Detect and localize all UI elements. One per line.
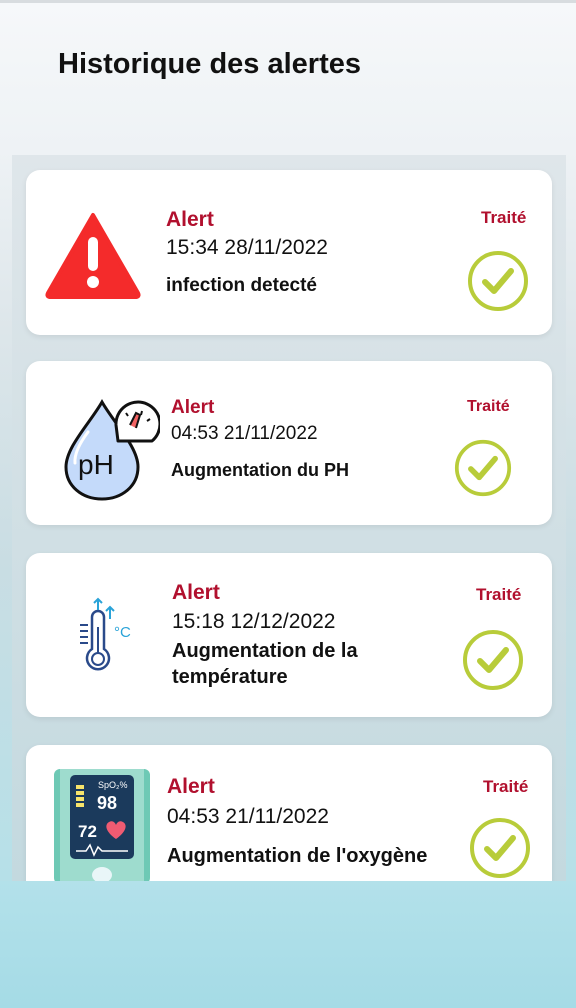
alert-time: 04:53 21/11/2022 <box>171 423 318 444</box>
alert-message: infection detecté <box>166 275 317 296</box>
status-label: Traité <box>483 777 529 796</box>
alert-card[interactable]: °C Alert 15:18 12/12/2022 Augmentation d… <box>26 553 552 717</box>
alert-list[interactable]: Alert 15:34 28/11/2022 infection detecté… <box>12 155 566 881</box>
ph-drop-gauge-icon: pH <box>64 398 160 501</box>
status-label: Traité <box>476 585 522 604</box>
celsius-text: °C <box>114 624 131 641</box>
alert-card[interactable]: Alert 15:34 28/11/2022 infection detecté… <box>26 170 552 335</box>
bottom-background <box>0 881 576 1008</box>
spo2-value: 98 <box>97 793 117 813</box>
alert-label: Alert <box>172 581 220 604</box>
check-circle-icon[interactable] <box>454 439 512 497</box>
alert-message: Augmentation de la température <box>172 640 358 688</box>
spo2-label: SpO₂% <box>98 780 128 790</box>
alert-label: Alert <box>166 208 214 231</box>
alert-time: 15:18 12/12/2022 <box>172 610 336 633</box>
warning-triangle-icon <box>45 213 141 299</box>
check-circle-icon[interactable] <box>467 250 529 312</box>
alert-card[interactable]: SpO₂% 98 72 Alert 04:53 21/11/2022 Augme… <box>26 745 552 881</box>
thermometer-icon: °C <box>80 597 131 671</box>
top-border <box>0 0 576 3</box>
check-circle-icon[interactable] <box>469 817 531 879</box>
pulse-oximeter-icon: SpO₂% 98 72 <box>54 769 150 881</box>
alert-label: Alert <box>167 775 215 798</box>
alert-message: Augmentation du PH <box>171 460 349 480</box>
status-label: Traité <box>481 208 527 227</box>
pulse-value: 72 <box>78 822 97 841</box>
page-title: Historique des alertes <box>58 48 361 80</box>
alert-time: 15:34 28/11/2022 <box>166 236 328 259</box>
check-circle-icon[interactable] <box>462 629 524 691</box>
alert-card[interactable]: pH Alert 04:53 21/11/2022 Augmentation d… <box>26 361 552 525</box>
alert-message: Augmentation de l'oxygène <box>167 845 428 867</box>
ph-text: pH <box>78 449 114 480</box>
alert-label: Alert <box>171 397 215 418</box>
alert-time: 04:53 21/11/2022 <box>167 805 329 828</box>
status-label: Traité <box>467 398 510 415</box>
